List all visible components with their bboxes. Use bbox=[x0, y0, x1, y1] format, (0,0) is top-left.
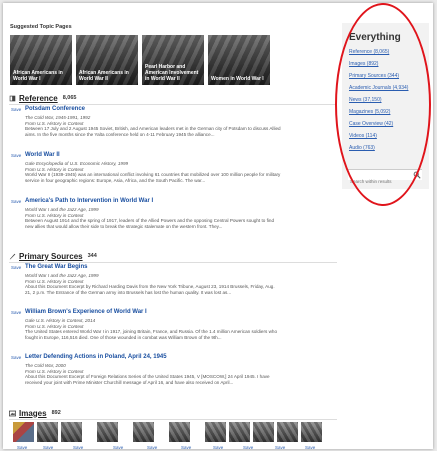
topic-tile-caption: African Americans in World War II bbox=[79, 70, 129, 82]
image-thumbnail[interactable] bbox=[301, 422, 322, 442]
reference-link[interactable]: Reference bbox=[19, 94, 58, 103]
result-title[interactable]: Letter Defending Actions in Poland, Apri… bbox=[25, 354, 167, 360]
save-link[interactable]: Save bbox=[11, 355, 21, 360]
topic-tile[interactable]: African Americans in World War II bbox=[76, 35, 138, 85]
divider bbox=[9, 262, 337, 263]
images-link[interactable]: Images bbox=[19, 409, 47, 418]
result-title[interactable]: World War II bbox=[25, 152, 60, 158]
primary-sources-link[interactable]: Primary Sources bbox=[19, 252, 83, 261]
save-link[interactable]: Save bbox=[73, 445, 83, 450]
save-link[interactable]: Save bbox=[11, 310, 21, 315]
divider bbox=[9, 104, 337, 105]
result-snippet: fought in Europe, 116,516 died. One of t… bbox=[25, 334, 222, 340]
images-section: Images 892 Save Save Save Save Save Save… bbox=[9, 408, 337, 450]
save-link[interactable]: Save bbox=[147, 445, 157, 450]
save-link[interactable]: Save bbox=[11, 199, 21, 204]
book-icon bbox=[9, 95, 16, 101]
topic-panel-title: Suggested Topic Pages bbox=[10, 24, 72, 30]
reference-count: 8,065 bbox=[62, 95, 77, 101]
image-thumbnail[interactable] bbox=[205, 422, 226, 442]
save-link[interactable]: Save bbox=[11, 265, 21, 270]
quill-icon bbox=[9, 253, 16, 259]
highlight-circle bbox=[335, 3, 431, 206]
images-header: Images 892 bbox=[9, 408, 61, 418]
result-title[interactable]: The Great War Begins bbox=[25, 264, 87, 270]
image-thumbnail[interactable] bbox=[37, 422, 58, 442]
result-snippet: service in four geographic regions: Euro… bbox=[25, 177, 206, 183]
topic-tile[interactable]: African Americans in World War I bbox=[10, 35, 72, 85]
result-snippet: aims. In the five months since the Yalta… bbox=[25, 131, 215, 137]
topic-tile-caption: African Americans in World War I bbox=[13, 70, 63, 82]
save-link[interactable]: Save bbox=[113, 445, 123, 450]
image-thumbnail[interactable] bbox=[169, 422, 190, 442]
result-title[interactable]: America's Path to Intervention in World … bbox=[25, 198, 153, 204]
image-thumbnail[interactable] bbox=[253, 422, 274, 442]
images-count: 892 bbox=[51, 410, 61, 416]
topic-tile-caption: Pearl Harbor and American Involvement in… bbox=[145, 64, 199, 82]
topic-tile[interactable]: Women in World War I bbox=[208, 35, 270, 85]
suggested-topic-pages: Suggested Topic Pages African Americans … bbox=[10, 24, 335, 88]
image-thumbnail[interactable] bbox=[97, 422, 118, 442]
save-link[interactable]: Save bbox=[181, 445, 191, 450]
topic-tile-caption: Women in World War I bbox=[211, 76, 264, 82]
result-title[interactable]: William Brown's Experience of World War … bbox=[25, 309, 147, 315]
divider bbox=[9, 419, 337, 420]
result-snippet: new allies that would allow their side t… bbox=[25, 223, 223, 229]
save-link[interactable]: Save bbox=[11, 107, 21, 112]
reference-header: Reference 8,065 bbox=[9, 93, 76, 103]
image-thumbnail[interactable] bbox=[229, 422, 250, 442]
save-link[interactable]: Save bbox=[43, 445, 53, 450]
save-link[interactable]: Save bbox=[275, 445, 285, 450]
image-thumbnail[interactable] bbox=[277, 422, 298, 442]
image-thumbnail[interactable] bbox=[13, 422, 34, 442]
result-title[interactable]: Potsdam Conference bbox=[25, 106, 85, 112]
image-thumbnail[interactable] bbox=[61, 422, 82, 442]
result-snippet: 21, 2 p.m. The Entrance of the German ar… bbox=[25, 289, 232, 295]
save-link[interactable]: Save bbox=[17, 445, 27, 450]
save-link[interactable]: Save bbox=[11, 153, 21, 158]
save-link[interactable]: Save bbox=[213, 445, 223, 450]
image-thumbnail[interactable] bbox=[133, 422, 154, 442]
primary-sources-count: 344 bbox=[87, 253, 97, 259]
image-icon bbox=[9, 410, 16, 416]
save-link[interactable]: Save bbox=[305, 445, 315, 450]
save-link[interactable]: Save bbox=[243, 445, 253, 450]
primary-sources-section: Primary Sources 344 Save The Great War B… bbox=[9, 251, 337, 406]
reference-section: Reference 8,065 Save Potsdam Conference … bbox=[9, 93, 337, 250]
result-snippet: received your joint with Prime Minister … bbox=[25, 379, 234, 385]
primary-sources-header: Primary Sources 344 bbox=[9, 251, 97, 261]
topic-tile[interactable]: Pearl Harbor and American Involvement in… bbox=[142, 35, 204, 85]
